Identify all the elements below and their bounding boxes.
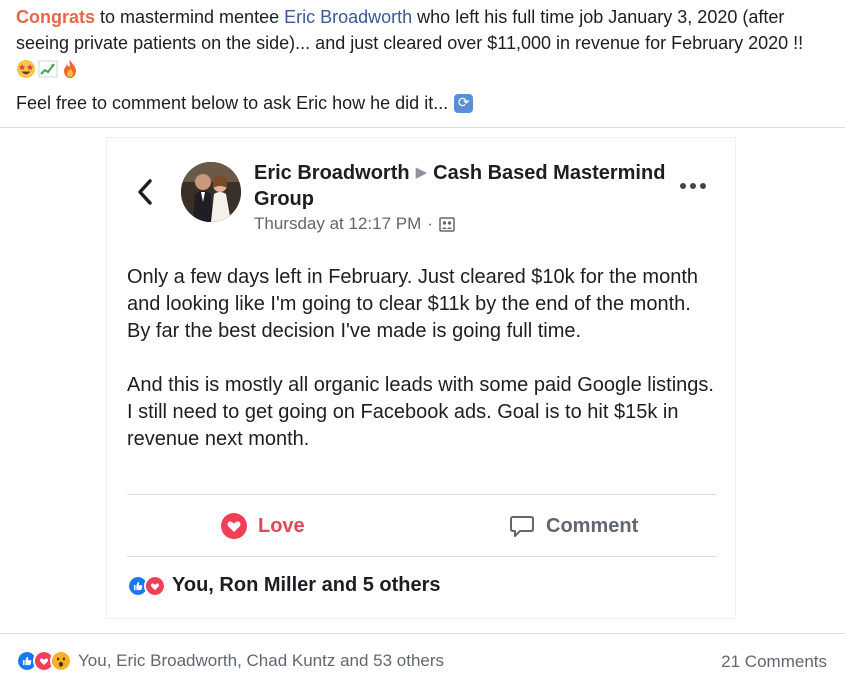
reaction-icons xyxy=(127,574,166,597)
love-label: Love xyxy=(258,514,305,537)
meta-separator: · xyxy=(427,214,433,233)
right-triangle-icon: ▶ xyxy=(415,164,428,181)
caption-segment-a: to mastermind mentee xyxy=(95,7,285,27)
post-caption: Congrats to mastermind mentee Eric Broad… xyxy=(16,4,831,82)
comment-button[interactable]: Comment xyxy=(508,512,638,540)
fire-emoji xyxy=(64,60,76,78)
mention-link[interactable]: Eric Broadworth xyxy=(284,7,412,27)
divider xyxy=(0,633,845,634)
star-struck-emoji xyxy=(17,60,35,78)
chart-increasing-emoji xyxy=(38,60,58,78)
wow-reaction-icon xyxy=(50,650,72,672)
love-reaction-icon xyxy=(144,574,166,597)
avatar-photo xyxy=(181,162,241,222)
back-arrow-icon[interactable] xyxy=(134,178,156,206)
divider xyxy=(0,127,845,128)
post-paragraph-1: Only a few days left in February. Just c… xyxy=(127,266,699,342)
comment-label: Comment xyxy=(546,514,639,537)
post-header: Eric Broadworth ▶ Cash Based Mastermind Gr… xyxy=(254,160,674,212)
caption-line-2: Feel free to comment below to ask Eric h… xyxy=(16,90,474,116)
comment-bubble-icon xyxy=(510,516,534,537)
post-reactions-summary[interactable]: You, Ron Miller and 5 others xyxy=(127,574,441,597)
post-reactions-text: You, Ron Miller and 5 others xyxy=(172,574,441,596)
congrats-text: Congrats xyxy=(16,7,96,27)
divider xyxy=(127,556,717,557)
footer-reactions-summary[interactable]: You, Eric Broadworth, Chad Kuntz and 53 … xyxy=(16,650,444,672)
caption-text: Congrats to mastermind mentee Eric Broad… xyxy=(16,4,831,56)
post-author[interactable]: Eric Broadworth xyxy=(254,162,410,184)
footer-reactions-text: You, Eric Broadworth, Chad Kuntz and 53 … xyxy=(78,651,445,670)
caption-line-2-text: Feel free to comment below to ask Eric h… xyxy=(16,93,449,113)
post-timestamp[interactable]: Thursday at 12:17 PM xyxy=(254,214,421,234)
post-body: Only a few days left in February. Just c… xyxy=(127,264,717,480)
divider xyxy=(127,494,717,495)
post-paragraph-2: And this is mostly all organic leads wit… xyxy=(127,374,714,450)
more-options-icon[interactable] xyxy=(680,180,710,192)
comments-count-link[interactable]: 21 Comments xyxy=(721,652,827,672)
avatar[interactable] xyxy=(181,162,241,222)
caption-emoji-row xyxy=(16,56,831,82)
group-privacy-icon xyxy=(439,216,455,232)
love-button[interactable]: Love xyxy=(220,512,305,540)
reaction-icons xyxy=(16,650,72,672)
post-meta: Thursday at 12:17 PM · xyxy=(254,214,455,234)
counterclockwise-arrows-icon: ⟳ xyxy=(454,93,474,113)
love-heart-icon xyxy=(221,513,247,539)
